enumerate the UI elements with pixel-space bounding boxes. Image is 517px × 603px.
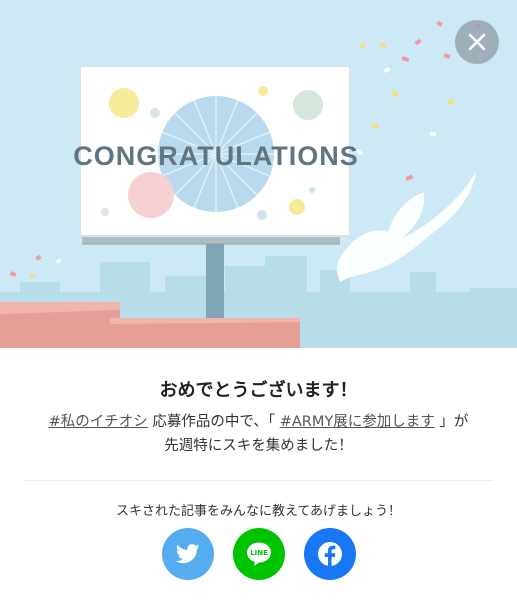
- close-icon: [468, 33, 486, 51]
- description-text-end: 」が: [439, 414, 469, 430]
- close-button[interactable]: [455, 20, 499, 64]
- facebook-icon: [317, 542, 342, 567]
- line-share-button[interactable]: LINE: [232, 528, 285, 580]
- line-icon: LINE: [246, 542, 271, 566]
- share-buttons: LINE: [0, 528, 517, 580]
- twitter-icon: [175, 544, 199, 564]
- congratulations-modal: CONGRATULATIONS おめでとうございます！ #私のイチオシ 応募作品…: [0, 0, 517, 603]
- hero-illustration: CONGRATULATIONS: [0, 0, 517, 348]
- line-icon-label: LINE: [250, 549, 268, 557]
- hashtag-link[interactable]: #私のイチオシ: [49, 414, 148, 430]
- twitter-share-button[interactable]: [161, 528, 214, 580]
- dialog-description: #私のイチオシ 応募作品の中で、「 #ARMY展に参加します 」が 先週特にスキ…: [20, 410, 497, 458]
- facebook-share-button[interactable]: [303, 528, 356, 580]
- description-line-2: 先週特にスキを集めました！: [164, 438, 353, 454]
- article-link[interactable]: #ARMY展に参加します: [280, 414, 435, 430]
- divider: [24, 480, 493, 481]
- description-text: 応募作品の中で、「: [152, 414, 276, 430]
- billboard-text: CONGRATULATIONS: [73, 141, 358, 171]
- share-prompt: スキされた記事をみんなに教えてあげましょう！: [116, 504, 401, 519]
- dialog-title: おめでとうございます！: [159, 380, 358, 401]
